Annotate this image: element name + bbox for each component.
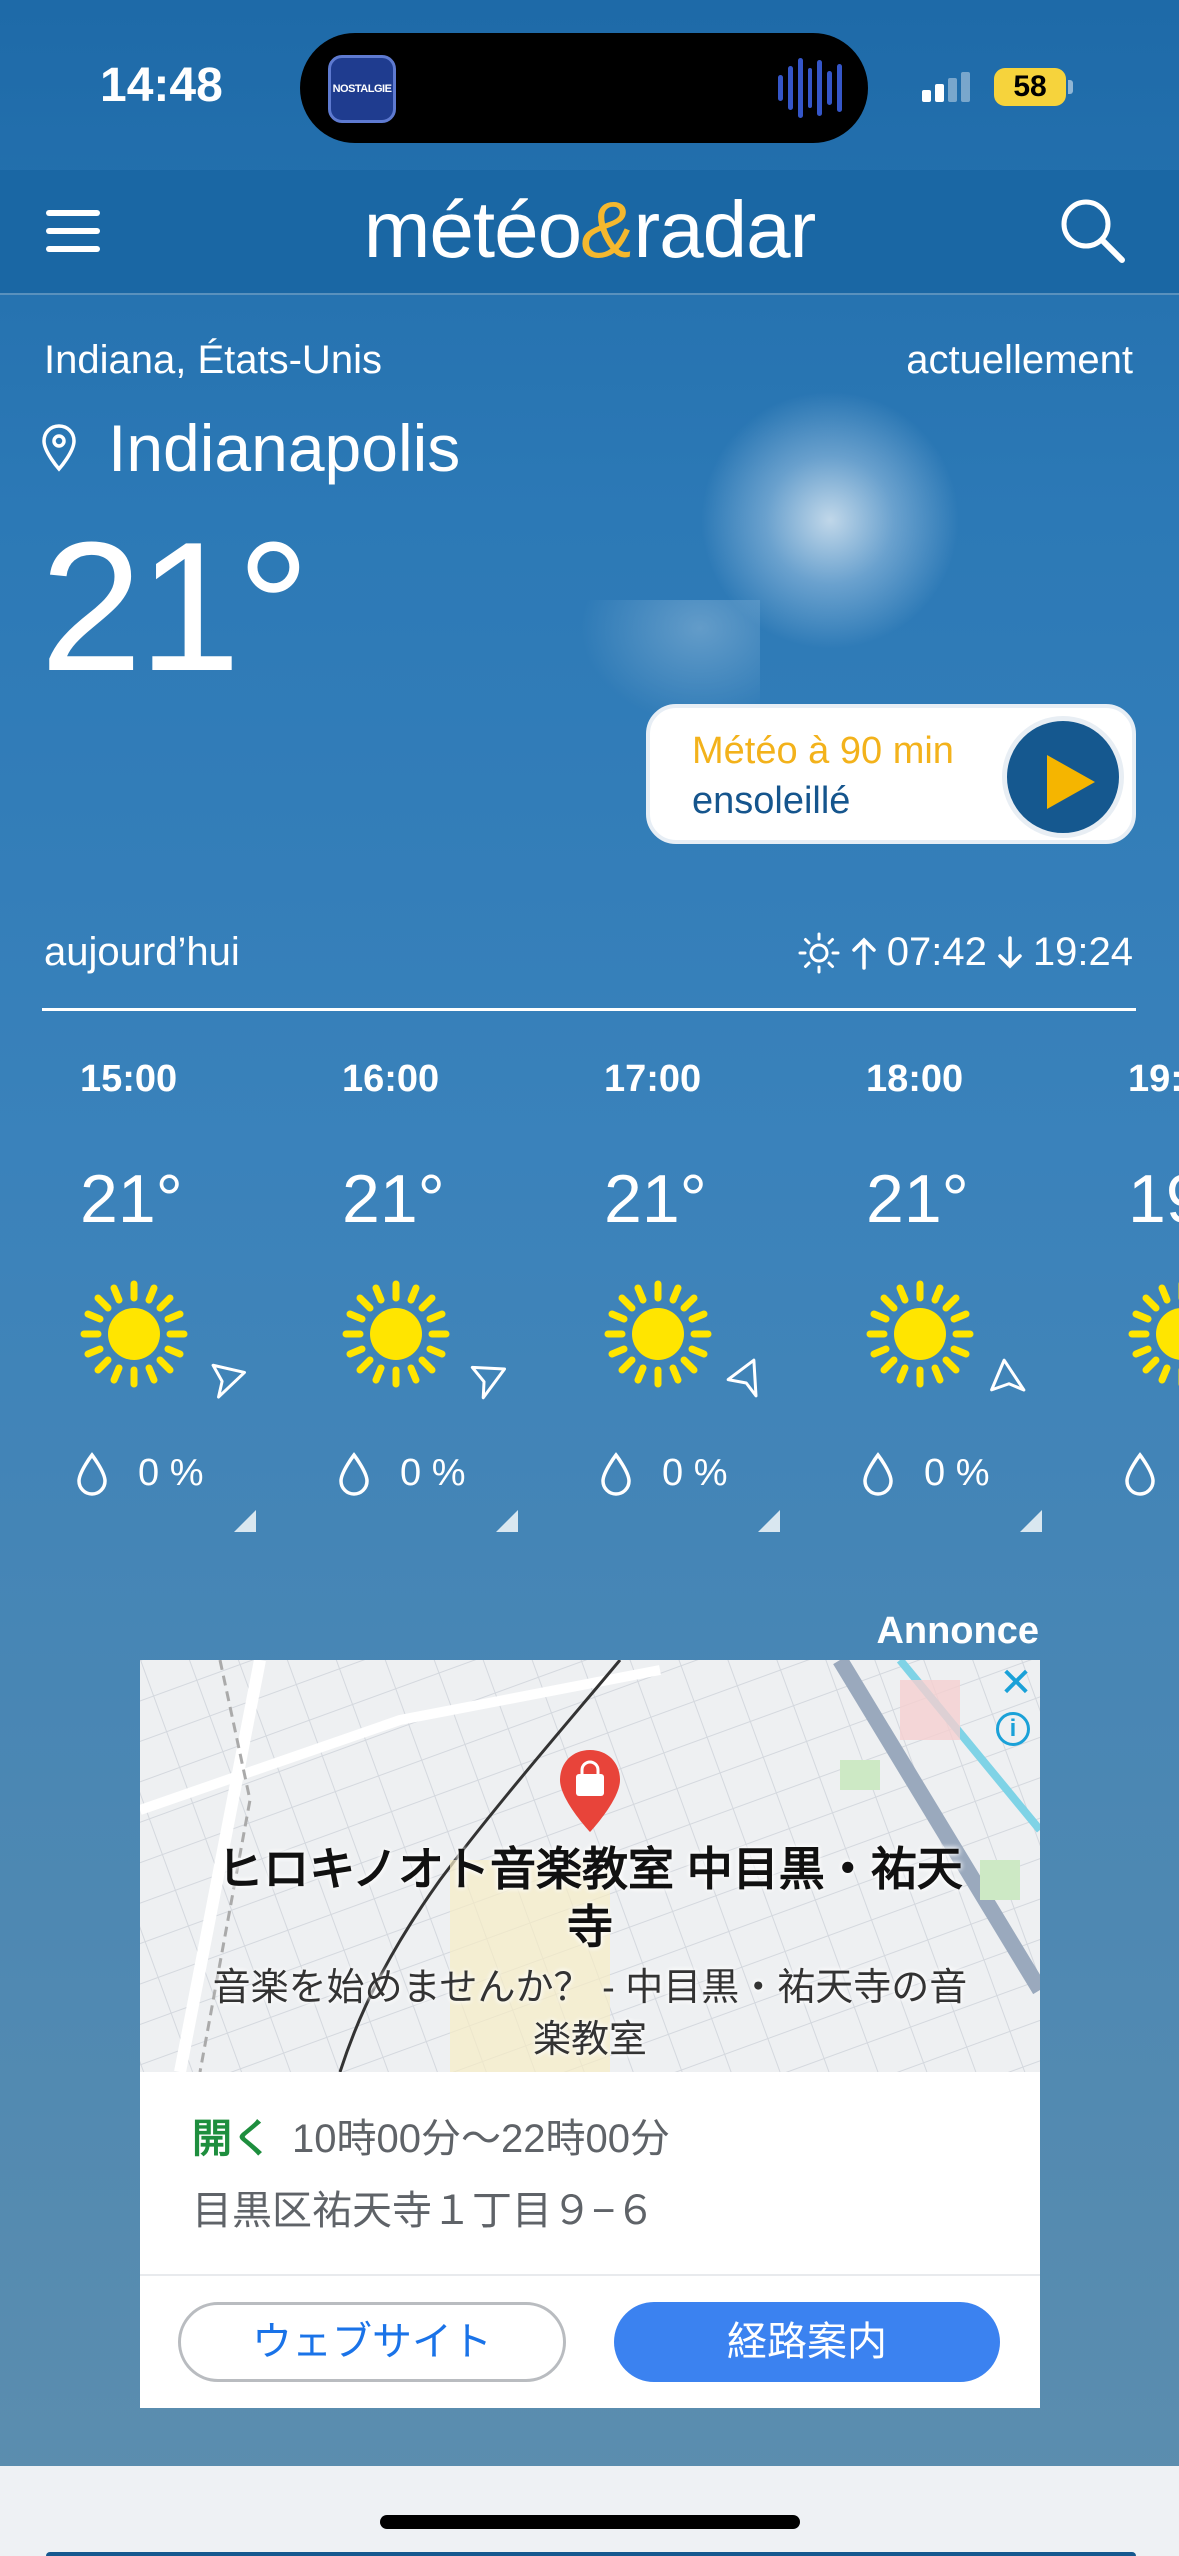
ad-description: 音楽を始めませんか？ - 中目黒・祐天寺の音楽教室 [212, 1967, 968, 2061]
expand-corner-icon [234, 1510, 256, 1532]
logo-text-right: radar [633, 185, 816, 274]
hour-temperature: 21° [80, 1161, 183, 1237]
hour-column[interactable]: 19: 19 [1092, 1040, 1179, 1560]
battery-icon: 58 [994, 68, 1066, 106]
raindrop-icon [601, 1453, 631, 1496]
hour-time: 15:00 [80, 1058, 178, 1100]
status-bar: 14:48 NOSTALGIE 58 [0, 0, 1179, 170]
sun-outline-icon [798, 932, 840, 973]
sun-times: 07:42 19:24 [797, 930, 1133, 975]
sun-icon [604, 1280, 712, 1388]
sunset-time: 19:24 [1032, 930, 1133, 974]
updated-label: actuellement [906, 338, 1133, 382]
today-divider [42, 1008, 1136, 1011]
logo-ampersand: & [581, 185, 634, 274]
hour-column[interactable]: 17:00 21° 0 % [568, 1040, 830, 1560]
hour-temperature: 19 [1128, 1161, 1179, 1237]
wind-direction-icon [465, 1361, 507, 1403]
hour-column[interactable]: 18:00 21° 0 % [830, 1040, 1092, 1560]
app-logo: météo&radar [0, 184, 1179, 276]
precipitation-chance: 0 % [924, 1452, 990, 1494]
sun-icon [342, 1280, 450, 1388]
sunrise-time: 07:42 [886, 930, 987, 974]
battery-tip [1068, 80, 1073, 94]
hour-time: 17:00 [604, 1058, 702, 1100]
arrow-down-icon [998, 935, 1022, 968]
raindrop-icon [1125, 1453, 1155, 1496]
expand-corner-icon [1020, 1510, 1042, 1532]
shopping-bag-pin-icon [560, 1750, 620, 1832]
city-name: Indianapolis [108, 411, 461, 485]
raindrop-icon [77, 1453, 107, 1496]
hour-temperature: 21° [604, 1161, 707, 1237]
city-selector[interactable]: Indianapolis [40, 408, 460, 488]
ad-hours: 10時00分〜22時00分 [292, 2117, 670, 2161]
ad-card[interactable]: ✕ i ヒロキノオト音楽教室 中目黒・祐天寺 音楽を始めませんか？ - 中目黒・… [140, 1660, 1040, 2408]
status-time: 14:48 [100, 59, 223, 112]
location-pin-icon [42, 424, 76, 472]
wind-direction-icon [724, 1358, 772, 1406]
ad-divider [140, 2274, 1040, 2276]
sun-icon [80, 1280, 188, 1388]
audio-waveform-icon [778, 55, 843, 121]
wind-direction-icon [201, 1359, 247, 1405]
ad-website-button[interactable]: ウェブサイト [178, 2302, 566, 2382]
cellular-signal-icon [922, 72, 974, 102]
ad-opening-hours: 開く 10時00分〜22時00分 [192, 2106, 670, 2164]
ad-directions-button[interactable]: 経路案内 [614, 2302, 1000, 2382]
expand-corner-icon [758, 1510, 780, 1532]
search-button[interactable] [1058, 196, 1128, 266]
nowcast-condition: ensoleillé [692, 780, 851, 822]
arrow-up-icon [852, 937, 876, 970]
hour-column[interactable]: 15:00 21° 0 % [44, 1040, 306, 1560]
app-header: météo&radar [0, 170, 1179, 295]
ad-title: ヒロキノオト音楽教室 中目黒・祐天寺 [217, 1843, 963, 1953]
precipitation-chance: 0 % [662, 1452, 728, 1494]
hour-column[interactable]: 16:00 21° 0 % [306, 1040, 568, 1560]
hour-temperature: 21° [866, 1161, 969, 1237]
ad-map[interactable]: ✕ i ヒロキノオト音楽教室 中目黒・祐天寺 音楽を始めませんか？ - 中目黒・… [140, 1660, 1040, 2072]
nowcast-play-button[interactable] [1002, 716, 1124, 838]
bottom-tab-strip [46, 2552, 1136, 2556]
hourly-forecast[interactable]: 15:00 21° 0 % 16:00 21° 0 % 17:00 21° 0 … [0, 1040, 1179, 1560]
ad-address: 目黒区祐天寺１丁目９−６ [192, 2189, 656, 2233]
hour-time: 16:00 [342, 1058, 440, 1100]
ad-label: Annonce [876, 1610, 1039, 1652]
radio-app-icon: NOSTALGIE [328, 55, 396, 123]
ad-close-button[interactable]: ✕ [998, 1663, 1034, 1703]
sun-icon [866, 1280, 974, 1388]
today-label: aujourd’hui [44, 930, 240, 974]
weather-app: 14:48 NOSTALGIE 58 météo&radar Indiana, … [0, 0, 1179, 2556]
play-icon [1047, 755, 1095, 809]
home-indicator[interactable] [380, 2515, 800, 2529]
dynamic-island[interactable]: NOSTALGIE [300, 33, 868, 143]
nowcast-title: Météo à 90 min [692, 730, 954, 772]
wind-direction-icon [986, 1358, 1034, 1406]
sun-icon [1128, 1280, 1179, 1388]
raindrop-icon [339, 1453, 369, 1496]
search-icon [1061, 199, 1125, 263]
hour-time: 18:00 [866, 1058, 964, 1100]
hour-time: 19: [1128, 1058, 1179, 1100]
precipitation-chance: 0 % [400, 1452, 466, 1494]
hour-temperature: 21° [342, 1161, 445, 1237]
bottom-sheet[interactable] [0, 2466, 1179, 2556]
ad-open-status: 開く [192, 2117, 272, 2161]
logo-text-left: météo [363, 185, 582, 274]
precipitation-chance: 0 % [138, 1452, 204, 1494]
ad-info-icon[interactable]: i [996, 1712, 1030, 1746]
region-label: Indiana, États-Unis [44, 338, 382, 382]
expand-corner-icon [496, 1510, 518, 1532]
raindrop-icon [863, 1453, 893, 1496]
nowcast-card[interactable]: Météo à 90 min ensoleillé [646, 704, 1136, 844]
current-temperature: 21° [40, 503, 310, 709]
